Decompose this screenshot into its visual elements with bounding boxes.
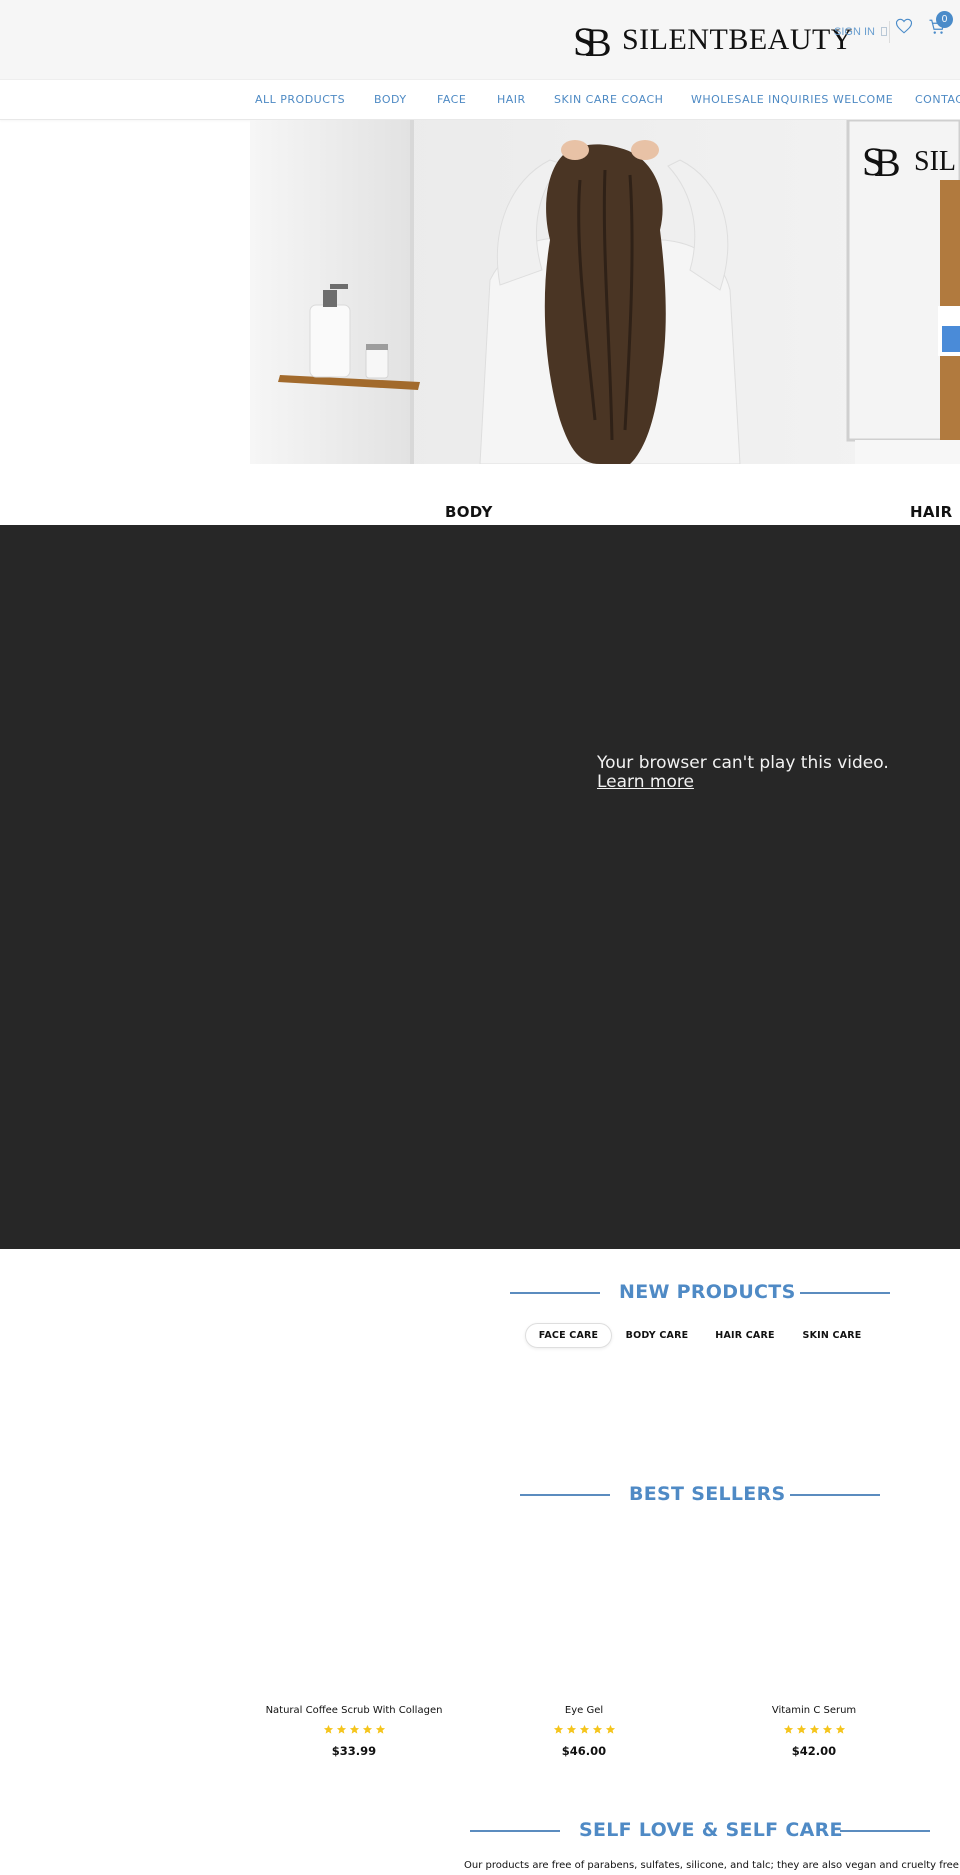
star-icon [835, 1724, 845, 1734]
nav-item-all-products[interactable]: ALL PRODUCTS [255, 93, 345, 106]
header-divider [889, 21, 890, 43]
brand-name: SILENTBEAUTY [622, 23, 853, 56]
nav-item-face[interactable]: FACE [437, 93, 466, 106]
nav-item-skin-care-coach[interactable]: SKIN CARE COACH [554, 93, 663, 106]
star-icon [362, 1724, 372, 1734]
heart-icon[interactable] [895, 17, 913, 39]
sign-in-link[interactable]: SIGN IN [834, 26, 887, 38]
product-price: $46.00 [561, 1744, 607, 1758]
logo-monogram-icon: S B [571, 18, 615, 65]
title-rule-right [840, 1830, 930, 1832]
video-player[interactable]: Your browser can't play this video. Lear… [0, 525, 960, 1249]
star-icon [566, 1724, 576, 1734]
nav-item-wholesale[interactable]: WHOLESALE INQUIRIES WELCOME [691, 93, 893, 106]
brand-intro-text: Our products are free of parabens, sulfa… [464, 1860, 960, 1871]
rating-stars [714, 1724, 914, 1738]
best-sellers-title: BEST SELLERS [629, 1483, 786, 1505]
tab-body-care[interactable]: BODY CARE [622, 1323, 692, 1348]
product-price: $33.99 [331, 1744, 377, 1758]
product-name[interactable]: Natural Coffee Scrub With Collagen [254, 1705, 454, 1721]
product-price: $42.00 [791, 1744, 837, 1758]
star-icon [592, 1724, 602, 1734]
star-icon [336, 1724, 346, 1734]
star-icon [349, 1724, 359, 1734]
product-name[interactable]: Vitamin C Serum [714, 1705, 914, 1721]
star-icon [579, 1724, 589, 1734]
self-love-title: SELF LOVE & SELF CARE [579, 1819, 843, 1841]
svg-text:SIL: SIL [914, 146, 956, 177]
star-icon [553, 1724, 563, 1734]
nav-item-hair[interactable]: HAIR [497, 93, 526, 106]
title-rule-left [470, 1830, 560, 1832]
product-card[interactable]: Vitamin C Serum $42.00 [714, 1705, 914, 1758]
star-icon [809, 1724, 819, 1734]
learn-more-link[interactable]: Learn more [597, 773, 889, 792]
star-icon [375, 1724, 385, 1734]
product-card[interactable]: Natural Coffee Scrub With Collagen $33.9… [254, 1705, 454, 1758]
tab-skin-care[interactable]: SKIN CARE [798, 1323, 866, 1348]
star-icon [605, 1724, 615, 1734]
brand-logo[interactable]: S B SILENTBEAUTY [571, 18, 853, 65]
star-icon [796, 1724, 806, 1734]
video-error-message: Your browser can't play this video. Lear… [597, 754, 889, 792]
title-rule-left [510, 1292, 600, 1294]
product-card[interactable]: Eye Gel $46.00 [484, 1705, 684, 1758]
tab-face-care[interactable]: FACE CARE [525, 1323, 612, 1348]
star-icon [783, 1724, 793, 1734]
nav-item-contact[interactable]: CONTAC [915, 93, 960, 106]
svg-text:B: B [585, 20, 612, 62]
rating-stars [484, 1724, 684, 1738]
rating-stars [254, 1724, 454, 1738]
tab-hair-care[interactable]: HAIR CARE [710, 1323, 780, 1348]
title-rule-right [790, 1494, 880, 1496]
title-rule-left [520, 1494, 610, 1496]
star-icon [822, 1724, 832, 1734]
cart-count-badge: 0 [936, 11, 953, 28]
svg-text:B: B [874, 140, 901, 185]
category-label-hair[interactable]: HAIR [910, 503, 953, 521]
main-nav: ALL PRODUCTS BODY FACE HAIR SKIN CARE CO… [0, 79, 960, 120]
nav-item-body[interactable]: BODY [374, 93, 407, 106]
new-products-title: NEW PRODUCTS [619, 1281, 796, 1303]
product-name[interactable]: Eye Gel [484, 1705, 684, 1721]
video-error-text: Your browser can't play this video. [597, 753, 889, 773]
category-label-body[interactable]: BODY [445, 503, 493, 521]
sign-in-label: SIGN IN [834, 26, 875, 38]
star-icon [323, 1724, 333, 1734]
user-icon [880, 27, 887, 36]
title-rule-right [800, 1292, 890, 1294]
hero-banner-image[interactable]: S B SIL [250, 120, 960, 464]
top-bar: S B SILENTBEAUTY SIGN IN 0 [0, 0, 960, 79]
